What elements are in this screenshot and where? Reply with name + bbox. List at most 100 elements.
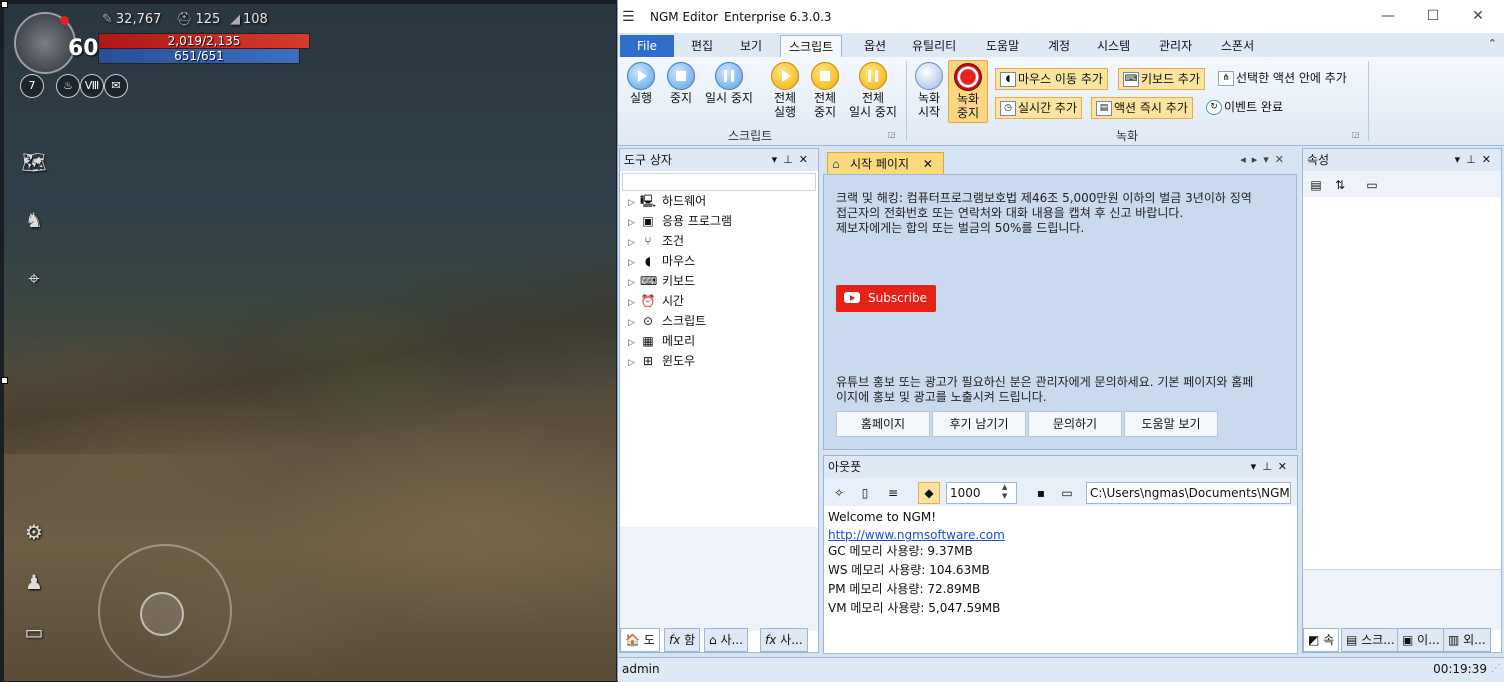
ribbon: 실행 중지 일시 중지 전체 실행 전체 중지 전체 일시 중지 스크립트 ◲ [618,57,1504,146]
youtube-subscribe-button[interactable]: Subscribe [836,285,936,312]
minimize-icon[interactable]: — [1373,6,1403,26]
tree-item-hardware[interactable]: ▷ 🖳 하드웨어 [628,191,706,211]
tab-images[interactable]: ▣ 이... [1397,628,1445,652]
menu-account[interactable]: 계정 [1048,36,1070,56]
buff-viii[interactable]: Ⅷ [80,74,104,98]
document-icon[interactable]: ▯ [854,482,876,504]
character-icon[interactable]: ♟ [18,566,50,598]
app-menu-icon[interactable]: ☰ [622,9,635,25]
clean-icon[interactable]: ✧ [828,482,850,504]
record-start-button[interactable]: 녹화 시작 [914,62,944,119]
ribbon-collapse-icon[interactable]: ⌃ [1488,37,1497,50]
close-tab-icon[interactable]: ✕ [923,157,933,171]
stop-button[interactable]: 중지 [666,62,696,105]
youtube-icon [844,292,860,303]
menu-sponsor[interactable]: 스폰서 [1221,36,1254,56]
tree-item-condition[interactable]: ▷ ⑂ 조건 [628,231,684,251]
doc-nav-controls[interactable]: ◂▸▾✕ [1240,153,1290,166]
inquiry-button[interactable]: 문의하기 [1028,411,1122,437]
tree-item-memory[interactable]: ▷ ▦ 메모리 [628,331,695,351]
record-stop-button[interactable]: 녹화 중지 [948,60,988,123]
tab-start-page[interactable]: ⌂ 시작 페이지 ✕ [827,152,944,175]
hp-bar: 2,019/2,135 [98,33,310,49]
run-button[interactable]: 실행 [626,62,656,105]
run-all-button[interactable]: 전체 실행 [768,62,802,119]
panel-controls[interactable]: ▾⊥✕ [1455,149,1497,171]
spinner-icon[interactable]: ▲ ▼ [1002,483,1007,501]
menu-help[interactable]: 도움말 [986,36,1019,56]
mount-icon[interactable]: ♞ [18,204,50,236]
joystick-knob[interactable] [140,592,184,636]
property-pages-icon[interactable]: ▭ [1361,174,1383,196]
stop-icon [667,62,695,90]
close-icon[interactable]: ✕ [1463,6,1493,26]
menu-view[interactable]: 보기 [740,36,762,56]
tab-script-list[interactable]: ▤ 스크... [1341,628,1400,652]
list-icon[interactable]: ≡ [882,482,904,504]
output-header: 아웃풋 ▾⊥✕ [824,456,1297,478]
menu-edit[interactable]: 편집 [691,36,713,56]
map-icon[interactable]: 🗺 [18,146,50,178]
categorized-icon[interactable]: ▤ [1305,174,1327,196]
toolbox-header: 도구 상자 ▾⊥✕ [620,149,818,171]
eraser-icon[interactable]: ◆ [918,482,940,504]
tab-functions[interactable]: fx 함 [664,628,701,652]
record-group-launcher-icon[interactable]: ◲ [1352,130,1360,139]
stop-all-button[interactable]: 전체 중지 [808,62,842,119]
save-icon[interactable]: ▪ [1030,482,1052,504]
settings-gear-icon[interactable]: ⚙ [18,516,50,548]
notice-line-2: 접근자의 전화번호 또는 연락처와 대화 내용을 캡쳐 후 신고 바랍니다. [836,206,1184,220]
buff-mail-icon[interactable]: ✉ [104,74,128,98]
folder-icon[interactable]: ▭ [1056,482,1078,504]
menu-script[interactable]: 스크립트 [780,35,843,58]
mp-bar: 651/651 [98,48,300,64]
menu-file[interactable]: File [620,35,674,57]
sort-alpha-icon[interactable]: ⇅ [1329,174,1351,196]
menu-admin[interactable]: 관리자 [1159,36,1192,56]
maximize-icon[interactable]: ☐ [1418,6,1448,26]
add-realtime-button[interactable]: ◷ 실시간 추가 [995,97,1083,119]
help-view-button[interactable]: 도움말 보기 [1124,411,1218,437]
app-name: NGM Editor [650,10,718,24]
buff-seven[interactable]: 7 [20,74,44,98]
stop-all-icon [811,62,839,90]
output-path-input[interactable]: C:\Users\ngmas\Documents\NGM6\ [1086,482,1291,504]
pause-button[interactable]: 일시 중지 [702,62,756,105]
review-button[interactable]: 후기 남기기 [932,411,1026,437]
resize-grip-icon[interactable]: ⋰ [1491,658,1501,680]
panel-controls[interactable]: ▾⊥✕ [1251,456,1293,478]
menu-options[interactable]: 옵션 [864,36,886,56]
pause-all-button[interactable]: 전체 일시 중지 [846,62,900,119]
menu-utility[interactable]: 유틸리티 [912,36,956,56]
buff-fire-icon[interactable]: ♨ [56,74,80,98]
bag-icon[interactable]: ▭ [18,616,50,648]
tab-properties[interactable]: ◩ 속 [1303,628,1340,652]
menu-system[interactable]: 시스템 [1097,36,1130,56]
add-keyboard-button[interactable]: ⌨ 키보드 추가 [1118,68,1206,90]
homepage-button[interactable]: 홈페이지 [836,411,930,437]
tree-item-window[interactable]: ▷ ⊞ 윈도우 [628,351,695,371]
tree-item-keyboard[interactable]: ▷ ⌨ 키보드 [628,271,695,291]
ngm-editor-window: ☰ NGM Editor Enterprise 6.3.0.3 — ☐ ✕ Fi… [617,0,1504,682]
tree-item-script[interactable]: ▷ ⊙ 스크립트 [628,311,706,331]
add-action-now-button[interactable]: ▤ 액션 즉시 추가 [1091,97,1193,119]
toolbox-search-input[interactable] [622,173,816,191]
tab-external[interactable]: ▥ 외... [1443,628,1491,652]
feather-icon: ✎ [102,12,113,27]
properties-header: 속성 ▾⊥✕ [1303,149,1501,171]
event-done-button[interactable]: ↻ 이벤트 완료 [1202,97,1287,117]
tab-user-1[interactable]: ⌂ 사... [704,628,748,652]
tree-item-application[interactable]: ▷ ▣ 응용 프로그램 [628,211,732,231]
add-in-selected-button[interactable]: ⋔ 선택한 액션 안에 추가 [1214,68,1351,88]
tab-user-2[interactable]: fx 사... [760,628,808,652]
wing-icon: ◢ [230,12,240,27]
add-mouse-move-button[interactable]: ◖ 마우스 이동 추가 [995,68,1108,90]
windows-logo-icon: ⊞ [642,354,654,368]
tree-item-time[interactable]: ▷ ⏰ 시간 [628,291,684,311]
tab-toolbox[interactable]: 🏠 도 [620,628,660,652]
game-viewport[interactable]: 60 ✎ 32,767 ⛑ 125 ◢ 108 2,019/2,135 651/651… [4,4,616,681]
target-icon[interactable]: ⌖ [18,262,50,294]
panel-controls[interactable]: ▾⊥✕ [772,149,814,171]
tree-item-mouse[interactable]: ▷ ◖ 마우스 [628,251,695,271]
script-group-launcher-icon[interactable]: ◲ [888,130,896,139]
